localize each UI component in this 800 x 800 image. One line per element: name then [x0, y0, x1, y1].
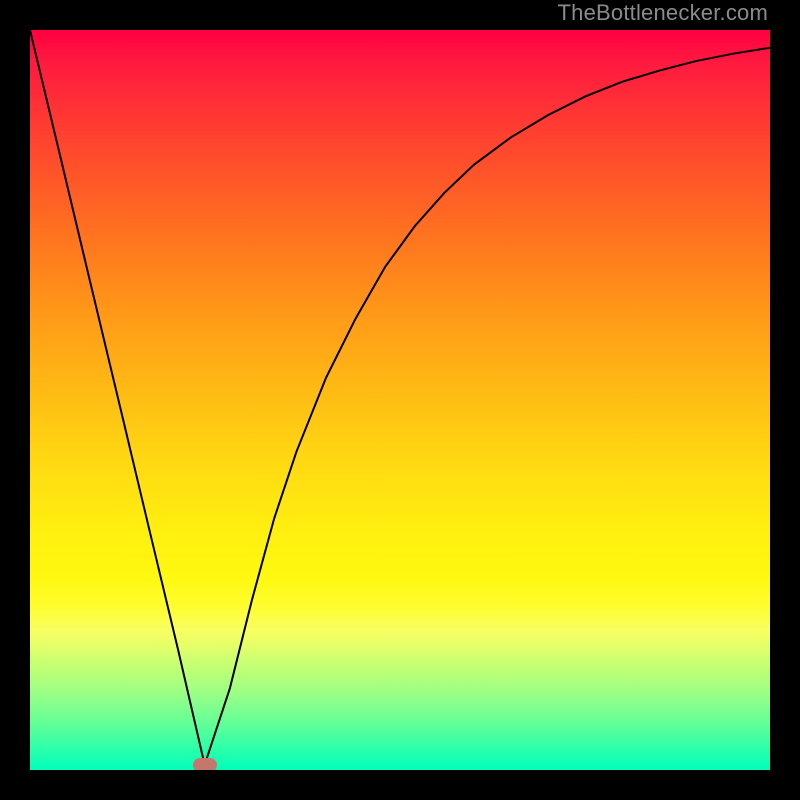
curve-layer — [30, 30, 770, 770]
optimum-marker — [193, 758, 217, 770]
plot-area — [30, 30, 770, 770]
chart-frame: TheBottlenecker.com — [0, 0, 800, 800]
bottleneck-curve — [30, 30, 770, 765]
watermark-text: TheBottlenecker.com — [558, 0, 768, 26]
